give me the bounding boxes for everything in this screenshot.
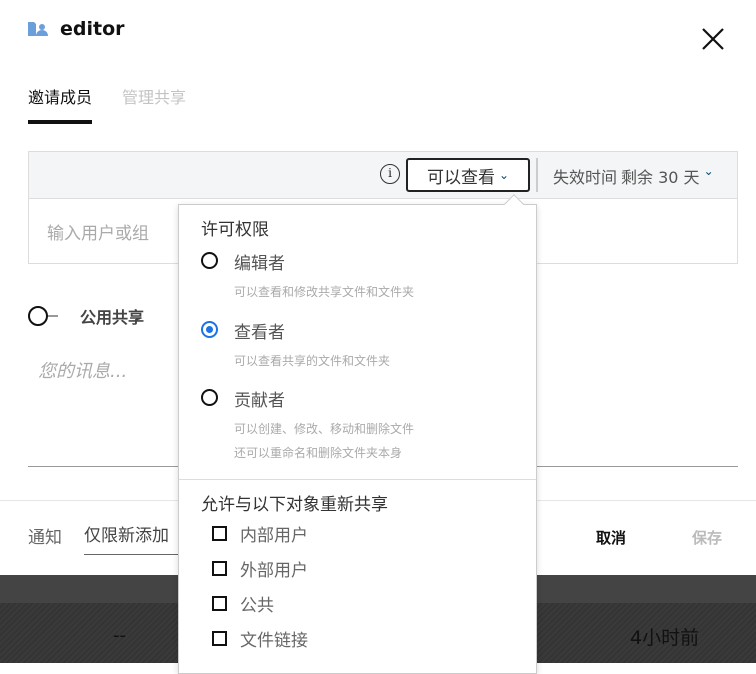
- share-options-bar: i 可以查看 ⌄ 失效时间 剩余 30 天 ⌄: [28, 151, 738, 199]
- tab-bar: 邀请成员 管理共享: [28, 84, 186, 124]
- tab-invite-members[interactable]: 邀请成员: [28, 84, 93, 124]
- shared-folder-icon: [28, 22, 48, 36]
- dialog-title-text: editor: [60, 18, 125, 40]
- info-icon[interactable]: i: [380, 164, 400, 184]
- public-share-toggle[interactable]: 公用共享: [28, 304, 144, 328]
- reshare-heading: 允许与以下对象重新共享: [201, 495, 388, 515]
- chevron-down-icon: ⌄: [498, 168, 510, 182]
- reshare-filelink-checkbox[interactable]: 文件链接: [212, 626, 308, 651]
- checkbox-label: 公共: [240, 596, 274, 616]
- role-option-viewer[interactable]: 查看者 可以查看共享的文件和文件夹: [201, 318, 390, 373]
- permissions-heading: 许可权限: [201, 220, 269, 240]
- role-label: 贡献者: [234, 391, 285, 411]
- toggle-switch[interactable]: [28, 306, 60, 326]
- expiration-dropdown[interactable]: 失效时间 剩余 30 天 ⌄: [553, 164, 714, 188]
- radio-button[interactable]: [201, 389, 218, 406]
- role-description: 可以创建、修改、移动和删除文件 还可以重命名和删除文件夹本身: [234, 417, 414, 465]
- role-option-editor[interactable]: 编辑者 可以查看和修改共享文件和文件夹: [201, 249, 414, 304]
- permission-value: 可以查看: [426, 167, 495, 188]
- reshare-internal-checkbox[interactable]: 内部用户: [212, 521, 308, 546]
- divider: [179, 479, 536, 480]
- role-description-line: 还可以重命名和删除文件夹本身: [234, 446, 403, 460]
- background-cell-time: 4小时前: [630, 627, 700, 649]
- tab-manage-shares[interactable]: 管理共享: [122, 84, 186, 124]
- checkbox[interactable]: [212, 596, 227, 611]
- reshare-public-checkbox[interactable]: 公共: [212, 591, 274, 616]
- radio-button-selected[interactable]: [201, 321, 218, 338]
- permission-menu: 许可权限 编辑者 可以查看和修改共享文件和文件夹 查看者 可以查看共享的文件和文…: [178, 194, 537, 674]
- checkbox-label: 内部用户: [240, 526, 308, 546]
- checkbox-label: 文件链接: [240, 631, 308, 651]
- dialog-title: editor: [28, 18, 125, 40]
- chevron-down-icon: ⌄: [703, 164, 714, 178]
- radio-button[interactable]: [201, 252, 218, 269]
- role-description: 可以查看共享的文件和文件夹: [234, 354, 391, 368]
- reshare-external-checkbox[interactable]: 外部用户: [212, 556, 308, 581]
- checkbox-label: 外部用户: [240, 561, 308, 581]
- cancel-button[interactable]: 取消: [596, 527, 626, 548]
- checkbox[interactable]: [212, 561, 227, 576]
- close-icon[interactable]: [700, 26, 726, 52]
- permission-dropdown[interactable]: 可以查看 ⌄: [406, 158, 530, 192]
- background-cell: --: [113, 625, 126, 646]
- divider: [536, 158, 538, 192]
- save-button[interactable]: 保存: [692, 527, 722, 548]
- public-share-label: 公用共享: [80, 308, 145, 327]
- notify-label: 通知: [28, 528, 62, 548]
- checkbox[interactable]: [212, 526, 227, 541]
- expiration-value: 剩余 30 天: [621, 168, 700, 187]
- role-label: 查看者: [234, 323, 285, 343]
- role-description: 可以查看和修改共享文件和文件夹: [234, 285, 415, 299]
- role-option-contributor[interactable]: 贡献者 可以创建、修改、移动和删除文件 还可以重命名和删除文件夹本身: [201, 386, 414, 465]
- checkbox[interactable]: [212, 631, 227, 646]
- expiration-label: 失效时间: [553, 168, 618, 187]
- role-description-line: 可以创建、修改、移动和删除文件: [234, 422, 415, 436]
- role-label: 编辑者: [234, 254, 285, 274]
